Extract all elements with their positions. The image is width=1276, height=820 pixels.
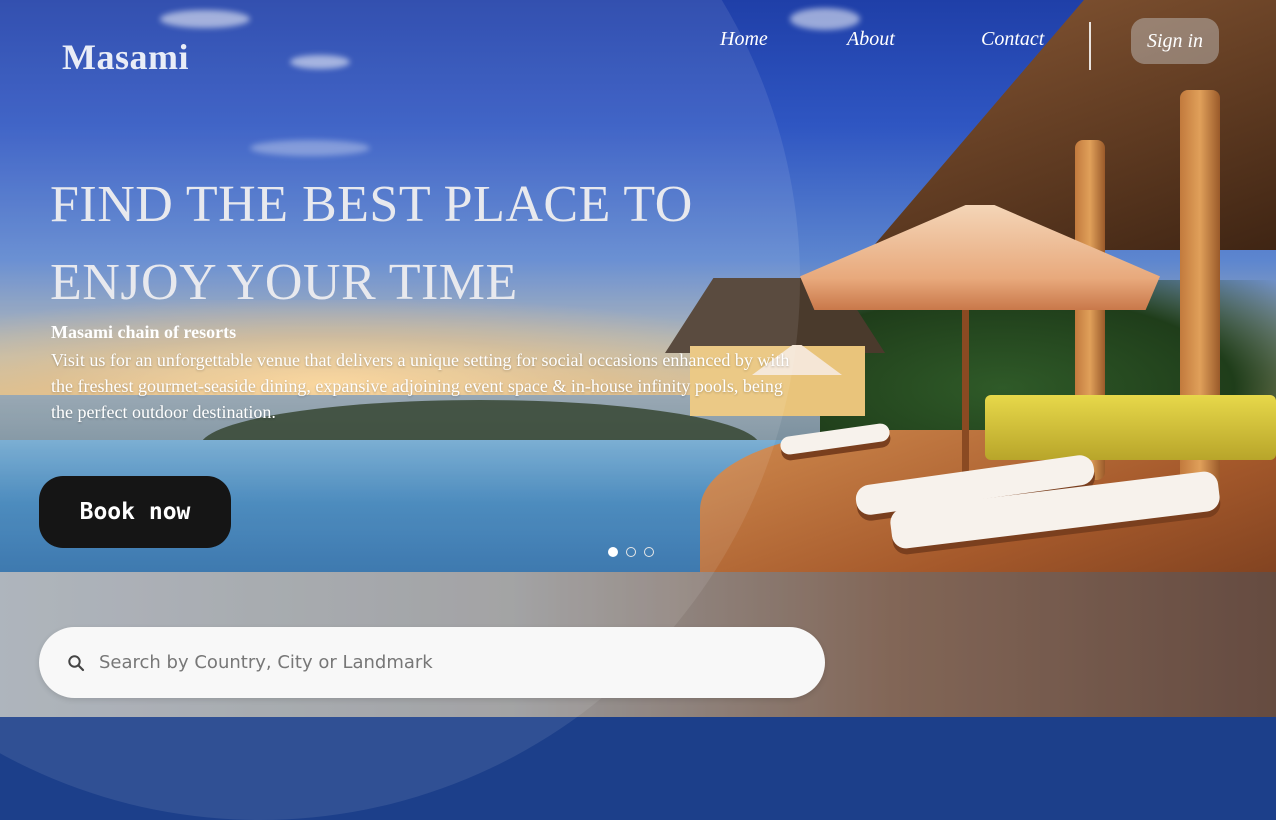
nav-divider	[1089, 22, 1091, 70]
brand-logo[interactable]: Masami	[62, 36, 189, 78]
book-now-button[interactable]: Book now	[39, 476, 231, 548]
carousel-indicators	[608, 547, 654, 559]
carousel-dot-2[interactable]	[626, 547, 636, 557]
search-icon[interactable]	[65, 652, 87, 674]
hero-title-line-2: ENJOY YOUR TIME	[50, 254, 518, 311]
carousel-dot-3[interactable]	[644, 547, 654, 557]
hero-subtitle: Masami chain of resorts	[51, 322, 237, 342]
nav-item-about[interactable]: About	[847, 28, 895, 51]
sign-in-button[interactable]: Sign in	[1131, 18, 1219, 64]
nav-item-home[interactable]: Home	[720, 28, 768, 51]
search-input[interactable]	[97, 651, 781, 674]
carousel-dot-1[interactable]	[608, 547, 618, 557]
search-bar[interactable]	[39, 627, 825, 698]
hero-title-line-1: FIND THE BEST PLACE TO	[50, 176, 693, 233]
nav-item-contact[interactable]: Contact	[981, 28, 1044, 51]
hero-description: Visit us for an unforgettable venue that…	[51, 350, 790, 422]
hero-title: FIND THE BEST PLACE TO ENJOY YOUR TIME	[50, 166, 810, 322]
